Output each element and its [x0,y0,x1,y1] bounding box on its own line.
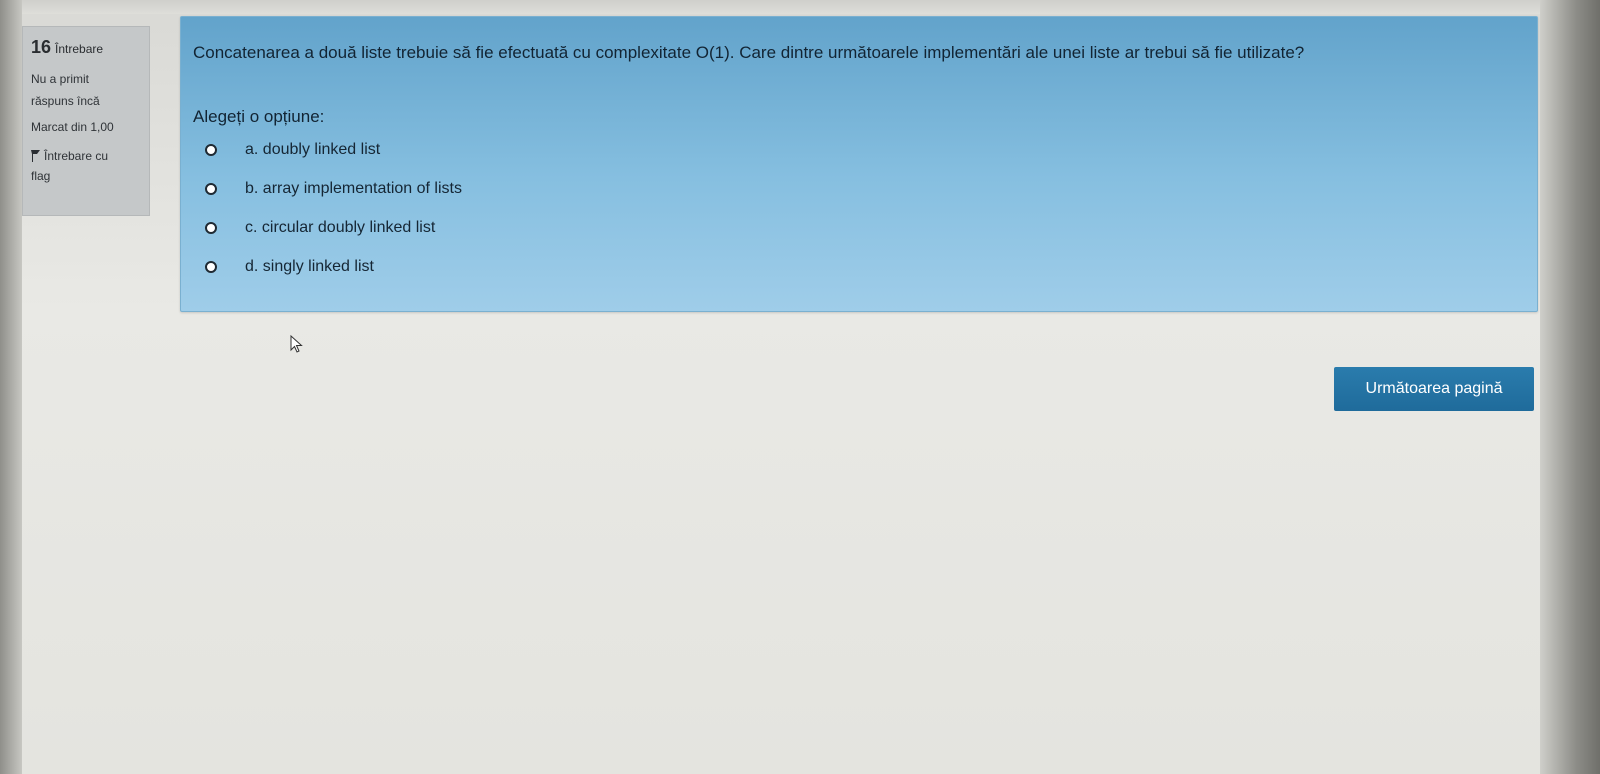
background-right-edge [1540,0,1600,774]
flag-question-link[interactable]: Întrebare cu flag [31,146,141,186]
question-panel: Concatenarea a două liste trebuie să fie… [180,16,1538,312]
flag-icon [31,148,40,162]
question-label: Întrebare [55,42,104,56]
flag-label-line1: Întrebare cu [44,149,109,163]
option-b[interactable]: b. array implementation of lists [205,180,462,198]
question-mark: Marcat din 1,00 [31,120,114,134]
flag-label-line2: flag [31,169,51,183]
option-label: a. doubly linked list [245,141,381,158]
radio-button-icon[interactable] [205,261,217,273]
option-label: b. array implementation of lists [245,180,462,197]
radio-button-icon[interactable] [205,222,217,234]
question-number: 16 [31,37,52,57]
answer-status: Nu a primit răspuns încă [31,68,141,112]
option-label: d. singly linked list [245,258,374,275]
option-c[interactable]: c. circular doubly linked list [205,219,435,237]
next-page-button[interactable]: Următoarea pagină [1334,367,1534,411]
option-a[interactable]: a. doubly linked list [205,141,380,159]
question-text: Concatenarea a două liste trebuie să fie… [193,43,1305,62]
choose-option-prompt: Alegeți o opțiune: [193,107,325,126]
radio-button-icon[interactable] [205,144,217,156]
answer-status-line2: răspuns încă [31,94,100,108]
mouse-cursor-icon [290,334,304,353]
option-d[interactable]: d. singly linked list [205,258,374,276]
radio-button-icon[interactable] [205,183,217,195]
answer-status-line1: Nu a primit [31,72,90,86]
background-top [0,0,1600,14]
background-left-edge [0,0,22,774]
question-number-row: 16 Întrebare [31,37,141,58]
option-label: c. circular doubly linked list [245,219,436,236]
question-info-panel: 16 Întrebare Nu a primit răspuns încă Ma… [22,26,150,216]
